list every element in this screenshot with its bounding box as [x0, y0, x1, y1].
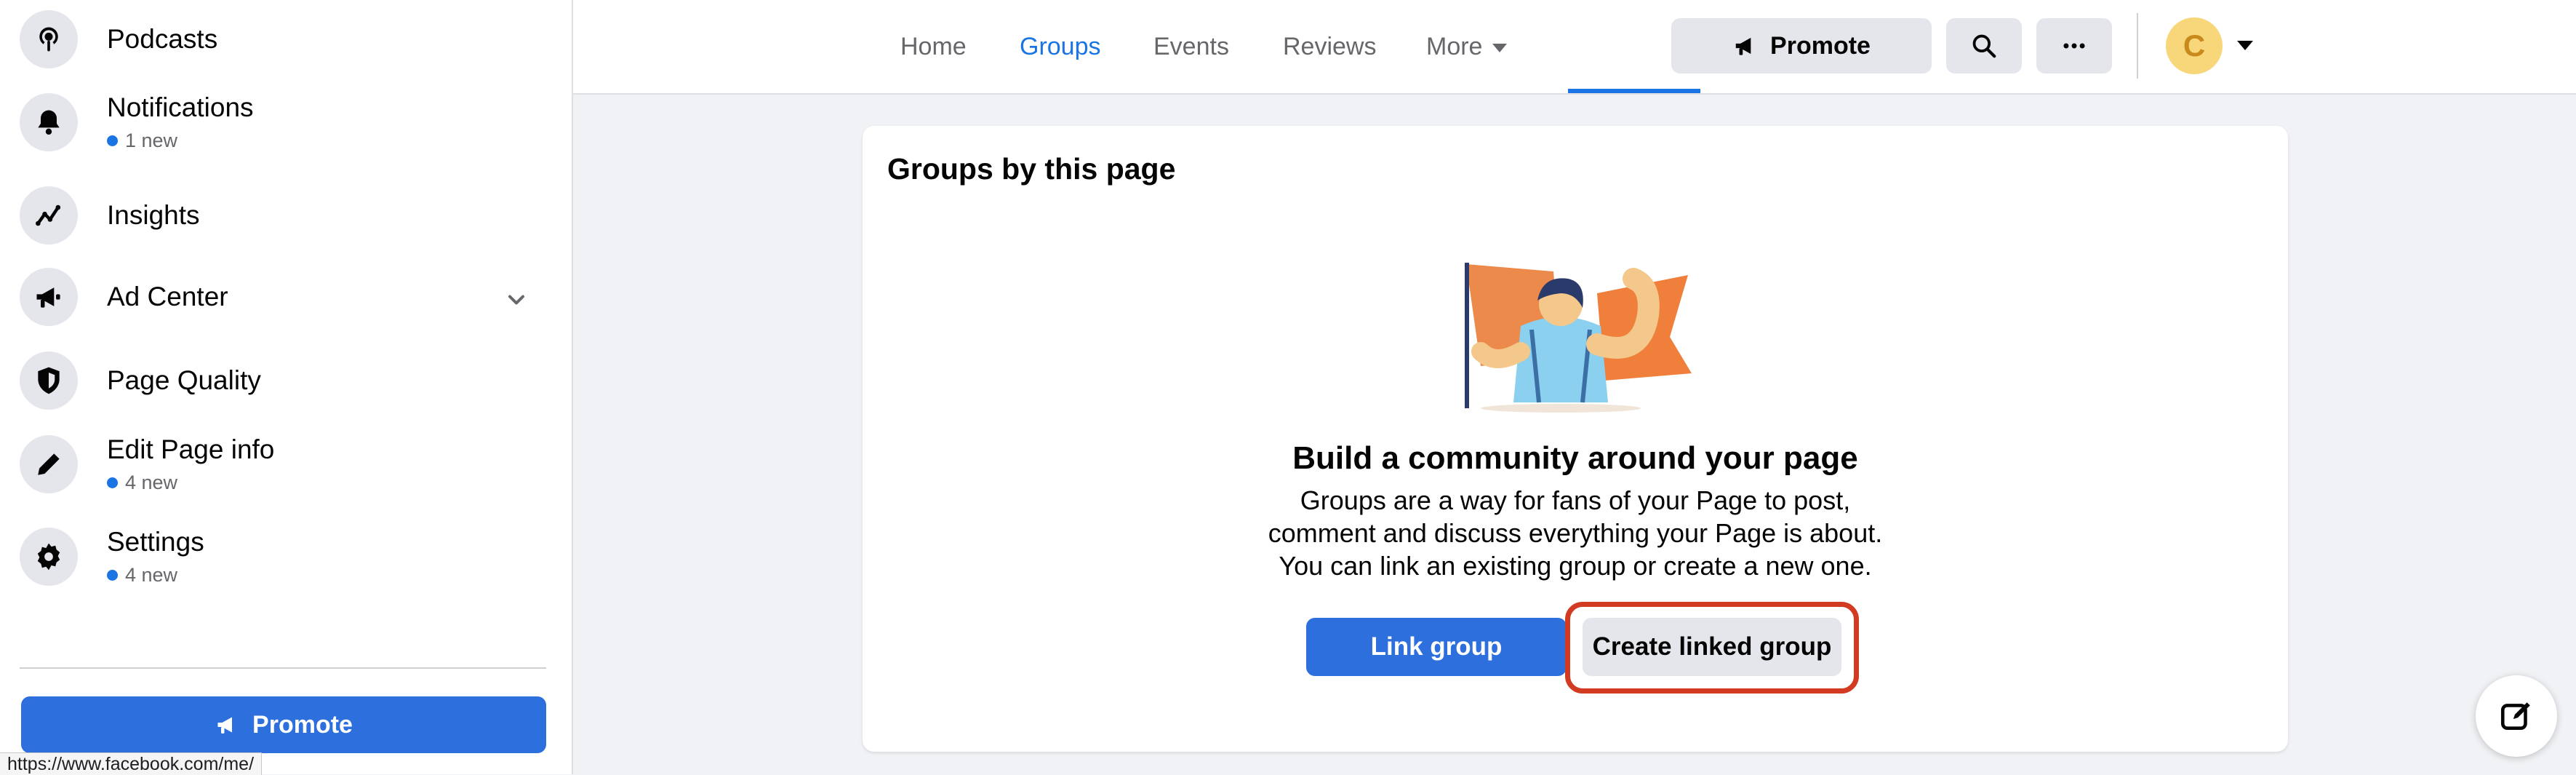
sidebar-item-label: Page Quality: [107, 365, 261, 395]
caret-down-icon: [1492, 44, 1508, 52]
new-count-text: 4 new: [125, 472, 178, 493]
create-linked-group-button[interactable]: Create linked group: [1583, 618, 1841, 676]
insights-icon: [20, 186, 78, 245]
new-count-text: 1 new: [125, 130, 178, 151]
sidebar-item-edit-page-info[interactable]: Edit Page info 4 new: [20, 428, 274, 501]
bell-icon: [20, 93, 78, 151]
search-icon: [1972, 34, 1996, 58]
sidebar-item-notifications[interactable]: Notifications 1 new: [20, 86, 254, 159]
unread-dot: [107, 569, 118, 581]
sidebar-item-label: Edit Page info: [107, 434, 275, 464]
tab-label: Reviews: [1283, 32, 1377, 60]
tab-label: Events: [1153, 32, 1229, 60]
empty-state-headline: Build a community around your page: [1292, 440, 1858, 476]
megaphone-icon: [217, 717, 233, 734]
sidebar-item-page-quality[interactable]: Page Quality: [20, 344, 261, 417]
promote-label: Promote: [1770, 31, 1871, 60]
tab-reviews[interactable]: Reviews: [1283, 0, 1376, 93]
tab-events[interactable]: Events: [1153, 0, 1229, 93]
gear-icon: [20, 528, 78, 586]
status-url-tooltip: https://www.facebook.com/me/: [0, 752, 263, 775]
sidebar-item-label: Insights: [107, 200, 200, 230]
top-navigation-bar: Home Groups Events Reviews More Promote …: [573, 0, 2576, 95]
tab-more[interactable]: More: [1426, 0, 1508, 93]
avatar-letter: C: [2183, 28, 2206, 63]
more-options-button[interactable]: [2036, 18, 2112, 73]
tab-label: Groups: [1020, 32, 1101, 60]
sidebar-divider: [20, 667, 546, 669]
unread-dot: [107, 477, 118, 488]
link-group-button[interactable]: Link group: [1306, 618, 1567, 676]
description-line: comment and discuss everything your Page…: [1268, 518, 1883, 548]
sidebar-item-label: Podcasts: [107, 24, 218, 54]
megaphone-icon: [20, 268, 78, 326]
sidebar-item-podcasts[interactable]: Podcasts: [20, 3, 217, 76]
new-count-badge: 1 new: [107, 127, 254, 154]
tab-groups[interactable]: Groups: [1020, 0, 1101, 93]
tab-label: More: [1426, 32, 1483, 60]
sidebar-item-settings[interactable]: Settings 4 new: [20, 520, 204, 593]
left-sidebar: Podcasts Notifications 1 new Insights Ad…: [0, 0, 573, 774]
sidebar-promote-button[interactable]: Promote: [21, 696, 546, 753]
description-line: Groups are a way for fans of your Page t…: [1300, 485, 1851, 515]
new-count-badge: 4 new: [107, 562, 204, 588]
unread-dot: [107, 135, 118, 146]
groups-card: Groups by this page Build a community ar…: [863, 126, 2288, 752]
sidebar-item-label: Settings: [107, 527, 204, 557]
ellipsis-icon: [2063, 43, 2085, 49]
podcast-icon: [20, 10, 78, 68]
sidebar-item-label: Ad Center: [107, 282, 228, 311]
avatar[interactable]: C: [2166, 17, 2223, 74]
compose-icon: [2500, 702, 2530, 730]
new-count-text: 4 new: [125, 564, 178, 586]
sidebar-item-ad-center[interactable]: Ad Center: [20, 261, 228, 333]
tab-label: Home: [900, 32, 967, 60]
active-tab-indicator: [1568, 89, 1700, 93]
empty-state-description: Groups are a way for fans of your Page t…: [863, 484, 2288, 582]
search-button[interactable]: [1946, 18, 2022, 73]
toolbar-separator: [2137, 13, 2138, 79]
sidebar-item-insights[interactable]: Insights: [20, 179, 200, 252]
pencil-icon: [20, 435, 78, 493]
new-count-badge: 4 new: [107, 469, 274, 496]
account-caret-icon[interactable]: [2237, 41, 2253, 50]
megaphone-icon: [1735, 37, 1751, 55]
shield-icon: [20, 351, 78, 410]
top-promote-button[interactable]: Promote: [1671, 18, 1932, 73]
promote-label: Promote: [252, 710, 353, 739]
chevron-down-icon[interactable]: [503, 287, 529, 313]
description-line: You can link an existing group or create…: [1279, 551, 1872, 581]
sidebar-item-label: Notifications: [107, 92, 254, 122]
card-title: Groups by this page: [887, 152, 1176, 186]
community-illustration: [1465, 263, 1692, 413]
compose-button[interactable]: [2476, 675, 2557, 757]
tab-home[interactable]: Home: [900, 0, 967, 93]
